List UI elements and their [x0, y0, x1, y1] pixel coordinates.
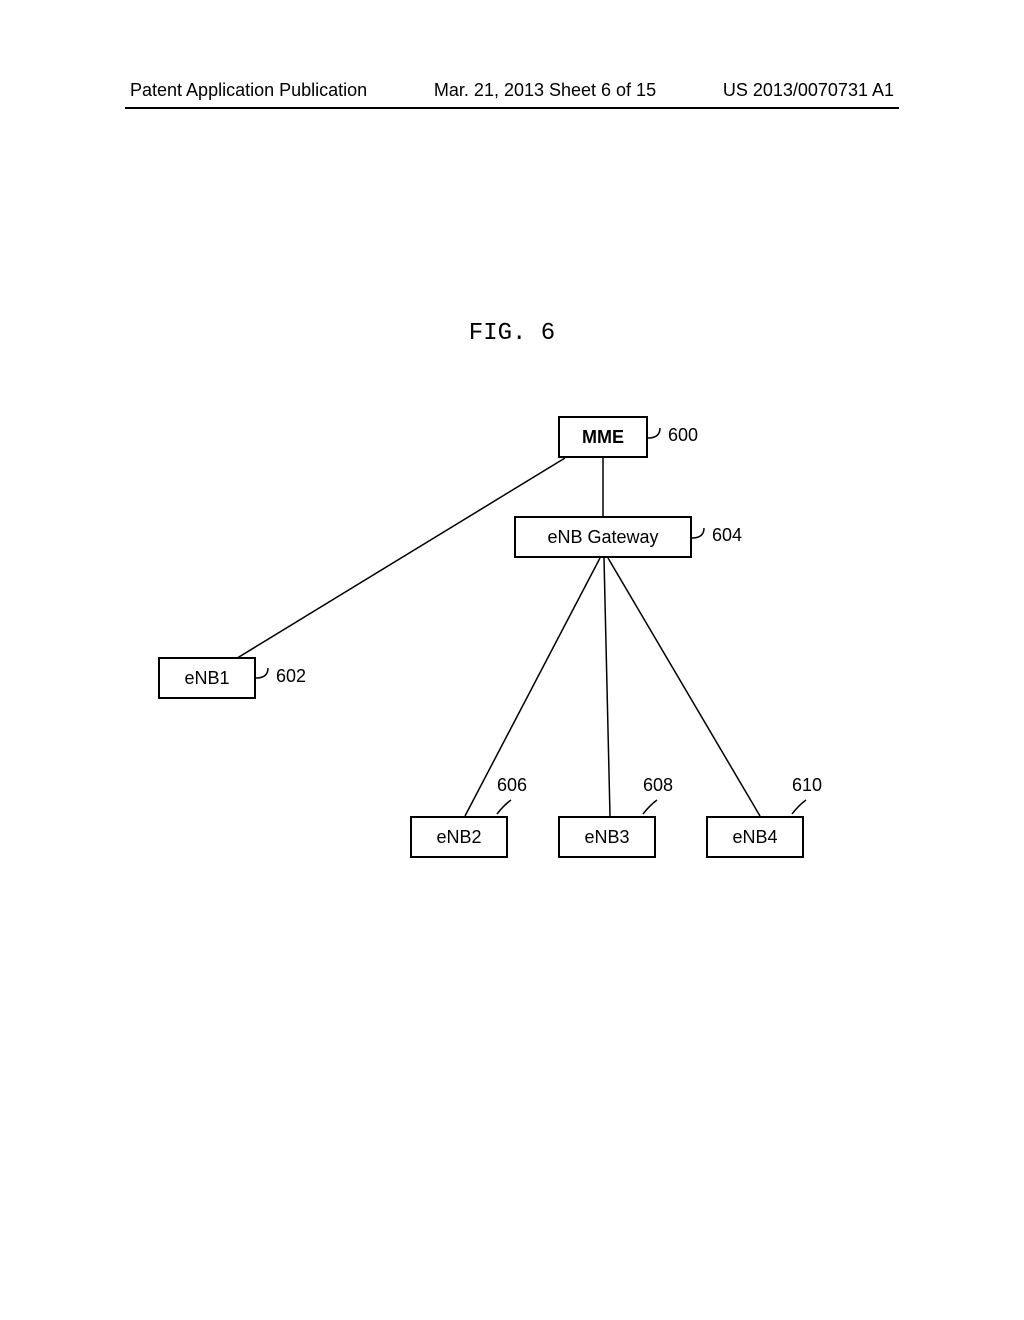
- ref-mme: 600: [668, 425, 698, 446]
- ref-enb3: 608: [643, 775, 673, 796]
- ref-enb1: 602: [276, 666, 306, 687]
- header-date-sheet: Mar. 21, 2013 Sheet 6 of 15: [434, 80, 656, 101]
- node-mme: MME: [558, 416, 648, 458]
- node-enb4: eNB4: [706, 816, 804, 858]
- header-publication-number: US 2013/0070731 A1: [723, 80, 894, 101]
- header-publication-type: Patent Application Publication: [130, 80, 367, 101]
- node-enb1-label: eNB1: [184, 668, 229, 689]
- node-mme-label: MME: [582, 427, 624, 448]
- node-enb1: eNB1: [158, 657, 256, 699]
- page-header: Patent Application Publication Mar. 21, …: [0, 80, 1024, 101]
- figure-title: FIG. 6: [469, 320, 555, 347]
- node-enb2: eNB2: [410, 816, 508, 858]
- network-diagram: MME 600 eNB Gateway 604 eNB1 602 eNB2 60…: [0, 400, 1024, 900]
- connector-lines: [0, 400, 1024, 900]
- ref-enb2: 606: [497, 775, 527, 796]
- node-enb3-label: eNB3: [584, 827, 629, 848]
- ref-gateway: 604: [712, 525, 742, 546]
- header-divider: [125, 107, 899, 109]
- ref-enb4: 610: [792, 775, 822, 796]
- node-enb-gateway: eNB Gateway: [514, 516, 692, 558]
- node-enb2-label: eNB2: [436, 827, 481, 848]
- node-gateway-label: eNB Gateway: [547, 527, 658, 548]
- node-enb3: eNB3: [558, 816, 656, 858]
- node-enb4-label: eNB4: [732, 827, 777, 848]
